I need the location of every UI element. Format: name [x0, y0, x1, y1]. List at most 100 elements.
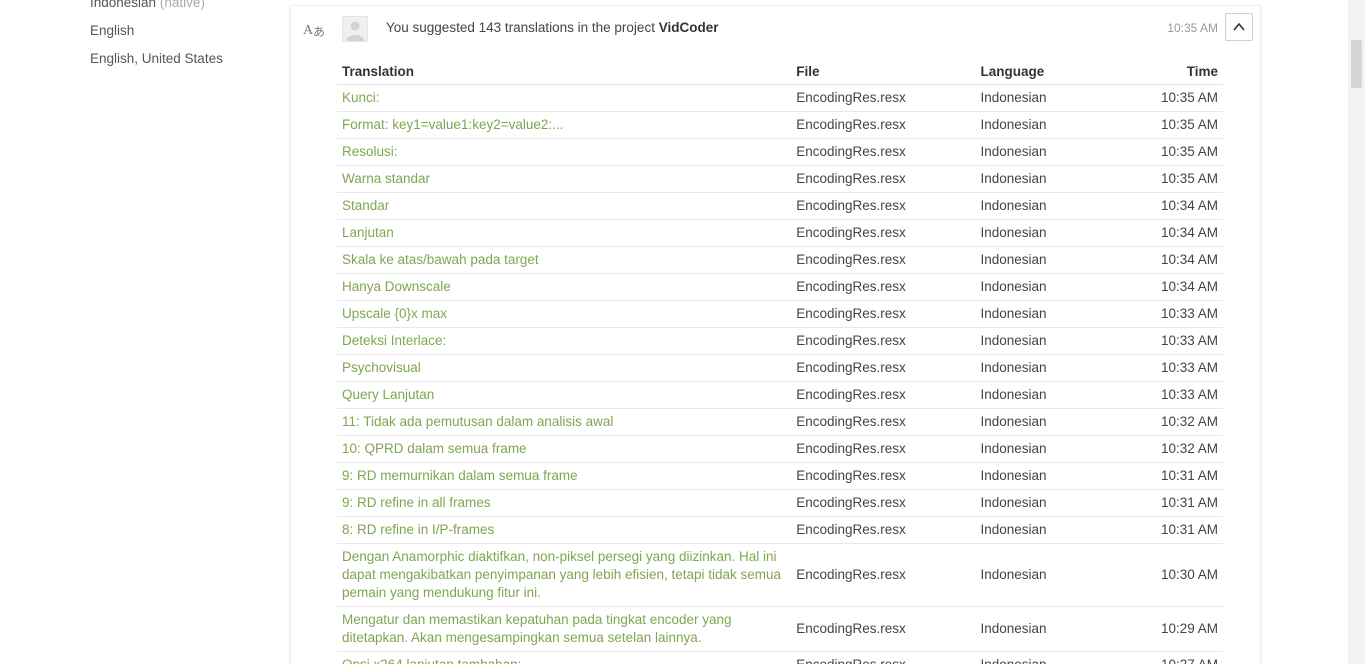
language-native-tag: (native)	[159, 0, 205, 10]
table-row: Deteksi Interlace: EncodingRes.resx Indone…	[337, 327, 1223, 355]
page-scrollbar[interactable]	[1348, 0, 1365, 664]
table-row: Dengan Anamorphic diaktifkan, non-piksel…	[337, 543, 1223, 607]
time-cell: 10:35 AM	[1108, 111, 1223, 139]
chevron-up-icon	[1233, 22, 1245, 31]
file-cell: EncodingRes.resx	[791, 111, 976, 139]
time-cell: 10:35 AM	[1108, 165, 1223, 193]
language-item[interactable]: Indonesian (native)	[90, 0, 223, 17]
time-cell: 10:33 AM	[1108, 327, 1223, 355]
time-cell: 10:31 AM	[1108, 489, 1223, 517]
translation-link[interactable]: Lanjutan	[337, 219, 792, 247]
language-item[interactable]: English, United States	[90, 45, 223, 73]
translation-link[interactable]: 9: RD refine in all frames	[337, 489, 792, 517]
translation-link[interactable]: Warna standar	[337, 165, 792, 193]
language-cell: Indonesian	[975, 246, 1109, 274]
time-cell: 10:34 AM	[1108, 192, 1223, 220]
translation-link[interactable]: 8: RD refine in I/P-frames	[337, 516, 792, 544]
file-cell: EncodingRes.resx	[791, 381, 976, 409]
translate-icon: A あ	[303, 20, 325, 39]
time-cell: 10:35 AM	[1108, 138, 1223, 166]
scrollbar-thumb[interactable]	[1351, 40, 1362, 88]
time-cell: 10:34 AM	[1108, 246, 1223, 274]
file-cell: EncodingRes.resx	[791, 192, 976, 220]
time-cell: 10:34 AM	[1108, 273, 1223, 301]
table-row: 9: RD memurnikan dalam semua frame Encodi…	[337, 462, 1223, 490]
activity-summary: You suggested 143 translations in the pr…	[386, 20, 718, 35]
table-row: Lanjutan EncodingRes.resx Indonesian 10:34 …	[337, 219, 1223, 247]
time-cell: 10:35 AM	[1108, 84, 1223, 112]
language-cell: Indonesian	[975, 300, 1109, 328]
translations-table: Translation File Language Time Kunci: Enc…	[337, 58, 1223, 664]
language-cell: Indonesian	[975, 165, 1109, 193]
time-cell: 10:31 AM	[1108, 516, 1223, 544]
file-cell: EncodingRes.resx	[791, 462, 976, 490]
time-cell: 10:30 AM	[1108, 543, 1223, 607]
file-cell: EncodingRes.resx	[791, 354, 976, 382]
project-link[interactable]: VidCoder	[659, 20, 719, 35]
activity-card: A あ You suggested 143 translations in th…	[290, 5, 1261, 664]
user-avatar-icon[interactable]	[342, 16, 368, 42]
file-cell: EncodingRes.resx	[791, 606, 976, 652]
translation-link[interactable]: Resolusi:	[337, 138, 792, 166]
language-cell: Indonesian	[975, 84, 1109, 112]
language-cell: Indonesian	[975, 435, 1109, 463]
time-cell: 10:33 AM	[1108, 381, 1223, 409]
activity-time: 10:35 AM	[1167, 21, 1218, 35]
time-cell: 10:33 AM	[1108, 300, 1223, 328]
translation-link[interactable]: Opsi x264 lanjutan tambahan:	[337, 651, 792, 664]
table-row: Kunci: EncodingRes.resx Indonesian 10:35 AM	[337, 84, 1223, 112]
file-cell: EncodingRes.resx	[791, 273, 976, 301]
translation-link[interactable]: Upscale {0}x max	[337, 300, 792, 328]
translation-link[interactable]: Skala ke atas/bawah pada target	[337, 246, 792, 274]
file-cell: EncodingRes.resx	[791, 300, 976, 328]
translation-link[interactable]: 9: RD memurnikan dalam semua frame	[337, 462, 792, 490]
file-cell: EncodingRes.resx	[791, 516, 976, 544]
language-cell: Indonesian	[975, 606, 1109, 652]
table-row: Upscale {0}x max EncodingRes.resx Indonesi…	[337, 300, 1223, 328]
language-cell: Indonesian	[975, 273, 1109, 301]
table-row: Psychovisual EncodingRes.resx Indonesian 10…	[337, 354, 1223, 382]
table-row: Hanya Downscale EncodingRes.resx Indonesia…	[337, 273, 1223, 301]
table-header-row: Translation File Language Time	[337, 58, 1223, 85]
table-row: Warna standar EncodingRes.resx Indonesian 1…	[337, 165, 1223, 193]
time-cell: 10:32 AM	[1108, 435, 1223, 463]
table-row: Format: key1=value1:key2=value2:... Encod…	[337, 111, 1223, 139]
time-cell: 10:27 AM	[1108, 651, 1223, 664]
time-cell: 10:29 AM	[1108, 606, 1223, 652]
file-cell: EncodingRes.resx	[791, 435, 976, 463]
file-cell: EncodingRes.resx	[791, 408, 976, 436]
file-cell: EncodingRes.resx	[791, 327, 976, 355]
language-cell: Indonesian	[975, 543, 1109, 607]
translation-link[interactable]: Query Lanjutan	[337, 381, 792, 409]
translation-link[interactable]: Kunci:	[337, 84, 792, 112]
language-cell: Indonesian	[975, 138, 1109, 166]
translation-link[interactable]: Hanya Downscale	[337, 273, 792, 301]
table-row: Mengatur dan memastikan kepatuhan pada t…	[337, 606, 1223, 652]
header-translation: Translation	[337, 58, 792, 85]
table-row: Skala ke atas/bawah pada target EncodingR…	[337, 246, 1223, 274]
time-cell: 10:33 AM	[1108, 354, 1223, 382]
translation-link[interactable]: 11: Tidak ada pemutusan dalam analisis a…	[337, 408, 792, 436]
language-cell: Indonesian	[975, 381, 1109, 409]
table-row: Opsi x264 lanjutan tambahan:EncodingRes.…	[337, 651, 1223, 664]
file-cell: EncodingRes.resx	[791, 84, 976, 112]
translation-link[interactable]: Standar	[337, 192, 792, 220]
translation-link[interactable]: Deteksi Interlace:	[337, 327, 792, 355]
translation-link[interactable]: Format: key1=value1:key2=value2:...	[337, 111, 792, 139]
collapse-button[interactable]	[1225, 13, 1253, 41]
language-list: Indonesian (native) English English, Unite…	[90, 0, 223, 73]
language-cell: Indonesian	[975, 516, 1109, 544]
language-cell: Indonesian	[975, 354, 1109, 382]
language-item[interactable]: English	[90, 17, 223, 45]
language-cell: Indonesian	[975, 327, 1109, 355]
file-cell: EncodingRes.resx	[791, 138, 976, 166]
file-cell: EncodingRes.resx	[791, 489, 976, 517]
translation-link[interactable]: Mengatur dan memastikan kepatuhan pada t…	[337, 606, 792, 652]
file-cell: EncodingRes.resx	[791, 165, 976, 193]
language-cell: Indonesian	[975, 462, 1109, 490]
language-cell: Indonesian	[975, 651, 1109, 664]
translation-link[interactable]: Psychovisual	[337, 354, 792, 382]
time-cell: 10:34 AM	[1108, 219, 1223, 247]
translation-link[interactable]: Dengan Anamorphic diaktifkan, non-piksel…	[337, 543, 792, 607]
translation-link[interactable]: 10: QPRD dalam semua frame	[337, 435, 792, 463]
